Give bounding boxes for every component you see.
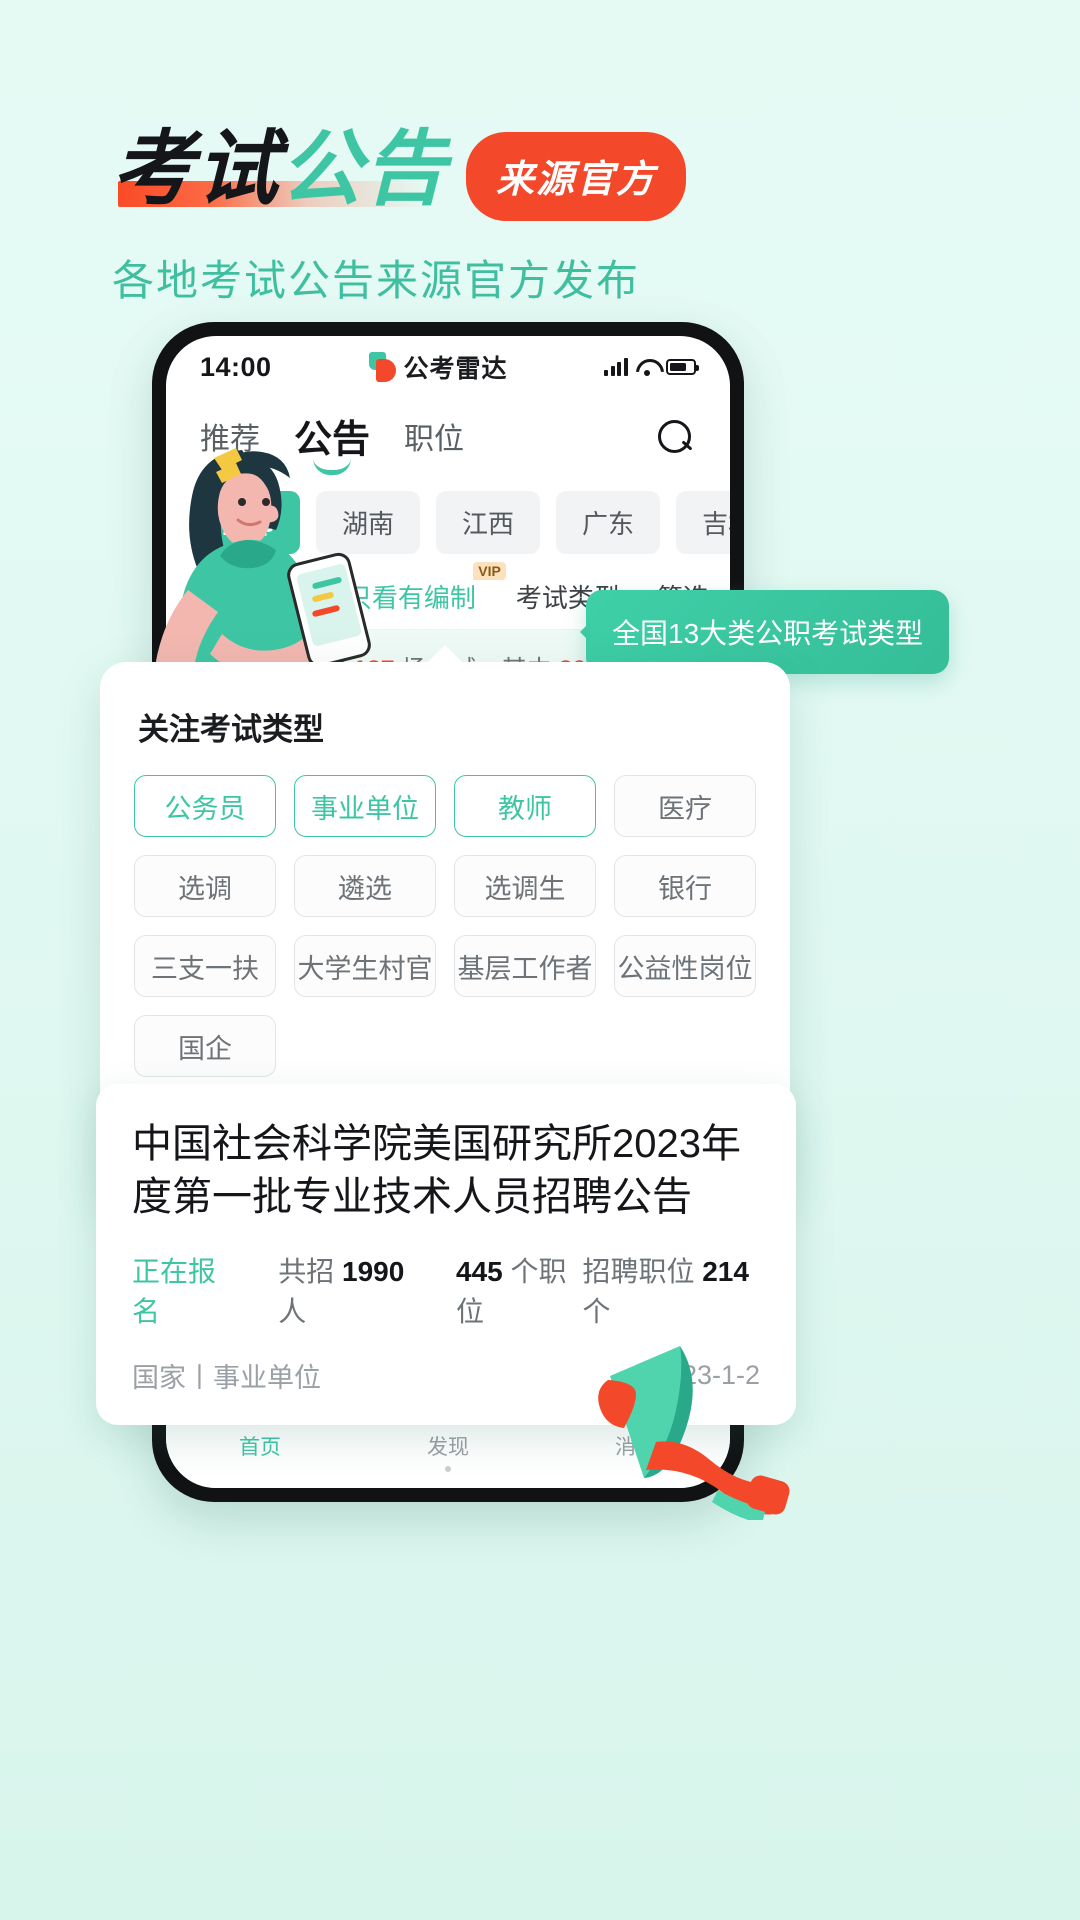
exam-type-chip-yiliao[interactable]: 医疗 <box>614 775 756 837</box>
battery-icon <box>665 359 699 375</box>
modal-caret <box>427 645 463 663</box>
announcement-total: 1990 <box>342 1255 405 1287</box>
announcement-total-prefix: 共招 <box>278 1255 343 1287</box>
region-chip-jilin[interactable]: 吉林 <box>676 491 730 554</box>
announcement-category: 国家丨事业单位 <box>132 1362 321 1393</box>
exam-type-chip-linxuan[interactable]: 遴选 <box>294 855 436 917</box>
exam-type-chip-guoqi[interactable]: 国企 <box>134 1015 276 1077</box>
modal-title: 关注考试类型 <box>138 712 324 747</box>
exam-type-chip-xuandiaosheng[interactable]: 选调生 <box>454 855 596 917</box>
exam-type-chip-yinhang[interactable]: 银行 <box>614 855 756 917</box>
exam-type-chip-daxueshengcunguan[interactable]: 大学生村官 <box>294 935 436 997</box>
app-brand-name: 公考雷达 <box>403 355 508 383</box>
announcement-right-count: 214 <box>702 1255 749 1287</box>
app-brand: 公考雷达 <box>368 349 508 385</box>
status-icons <box>604 358 699 376</box>
exam-type-chip-grid: 公务员 事业单位 教师 医疗 选调 遴选 选调生 银行 三支一扶 大学生村官 基… <box>134 775 756 1077</box>
page-header: 考试公告 来源官方 各地考试公告来源官方发布 <box>112 120 992 308</box>
app-logo-icon <box>368 352 397 382</box>
page-title-green: 公告 <box>280 122 448 218</box>
exam-type-chip-shiyedanwei[interactable]: 事业单位 <box>294 775 436 837</box>
exam-type-chip-xuandiao[interactable]: 选调 <box>134 855 276 917</box>
search-icon[interactable] <box>656 418 696 458</box>
region-chip-guangdong[interactable]: 广东 <box>556 491 661 554</box>
page-subtitle: 各地考试公告来源官方发布 <box>112 257 641 304</box>
source-badge: 来源官方 <box>466 132 687 221</box>
exam-type-chip-jicenggongzuozhe[interactable]: 基层工作者 <box>454 935 596 997</box>
region-chip-jiangxi[interactable]: 江西 <box>436 491 541 554</box>
signal-icon <box>604 358 628 376</box>
announcement-stats: 正在报名 共招 1990 人 445 个职位 招聘职位 214个 <box>132 1250 760 1330</box>
title-row: 考试公告 来源官方 <box>112 120 992 221</box>
announcement-status: 正在报名 <box>132 1255 217 1327</box>
status-time: 14:00 <box>200 351 272 382</box>
exam-type-chip-sanzhiyifu[interactable]: 三支一扶 <box>134 935 276 997</box>
megaphone-illustration <box>598 1346 790 1520</box>
announcement-right-unit: 个 <box>582 1295 611 1327</box>
exam-type-chip-jiaoshi[interactable]: 教师 <box>454 775 596 837</box>
vip-badge: VIP <box>473 562 506 580</box>
home-indicator <box>445 1466 451 1472</box>
exam-type-chip-gongyixinggangwei[interactable]: 公益性岗位 <box>614 935 756 997</box>
page-title: 考试公告 <box>112 125 448 215</box>
announcement-right-prefix: 招聘职位 <box>582 1255 703 1287</box>
announcement-title: 中国社会科学院美国研究所2023年度第一批专业技术人员招聘公告 <box>132 1122 741 1219</box>
page-title-dark: 考试 <box>112 122 280 218</box>
wifi-icon <box>636 359 658 376</box>
announcement-posts: 445 <box>456 1255 503 1287</box>
status-bar: 14:00 公考雷达 <box>166 336 730 398</box>
announcement-total-unit: 人 <box>278 1295 307 1327</box>
nav-label-home: 首页 <box>239 1436 281 1459</box>
exam-type-chip-gongwuyuan[interactable]: 公务员 <box>134 775 276 837</box>
nav-label-discover: 发现 <box>427 1436 469 1459</box>
